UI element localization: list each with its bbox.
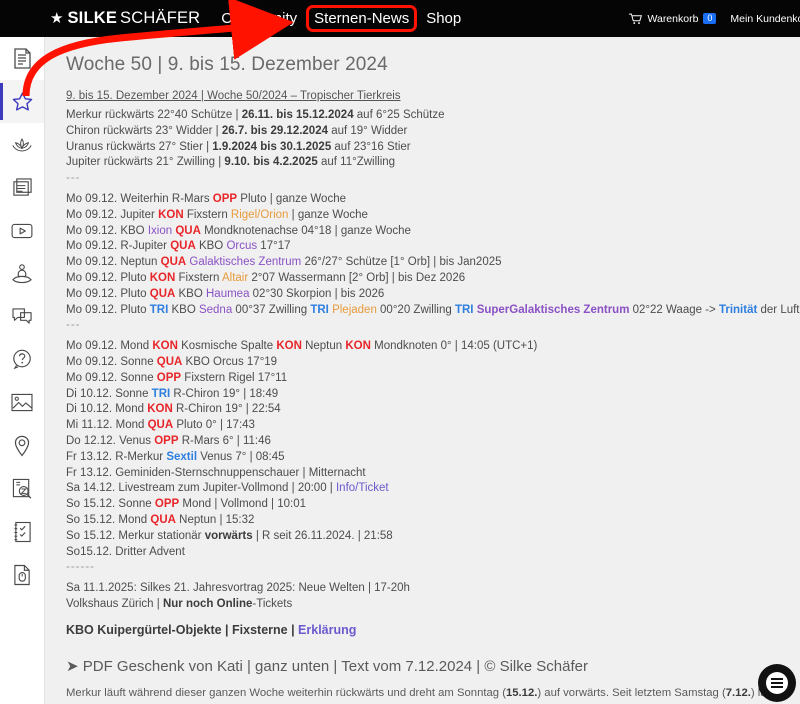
kbo-legend-line[interactable]: KBO Kuipergürtel-Objekte | Fixsterne | E… [66, 623, 800, 637]
chat-icon [11, 307, 33, 326]
aspect-line: Sa 14.12. Livestream zum Jupiter-Vollmon… [66, 482, 389, 495]
cart-label: Warenkorb [647, 12, 699, 25]
sidebar-item-help[interactable] [0, 338, 44, 381]
left-sidebar [0, 37, 45, 704]
aspect-line: Mo 09.12. Pluto KON Fixstern Altair 2°07… [66, 271, 466, 284]
aspect-line: Mo 09.12. Pluto QUA KBO Haumea 02°30 Sko… [66, 287, 385, 300]
aspect-line: Mo 09.12. KBO Ixion QUA Mondknotenachse … [66, 224, 411, 237]
accessibility-menu-button[interactable] [758, 664, 796, 702]
star-icon [11, 91, 34, 113]
aspect-line: Mo 09.12. Neptun QUA Galaktisches Zentru… [66, 256, 502, 269]
separator-1: --- [66, 172, 81, 185]
aspect-line: Mi 11.12. Mond QUA Pluto 0° | 17:43 [66, 419, 255, 432]
aspect-line: So 15.12. Sonne OPP Mond | Vollmond | 10… [66, 498, 306, 511]
document-icon [13, 48, 32, 69]
site-logo[interactable]: ★ SILKE SCHÄFER [50, 9, 200, 28]
shopping-cart-icon [629, 13, 643, 25]
sidebar-item-images[interactable] [0, 381, 44, 424]
video-icon [11, 223, 33, 239]
aspect-line: So 15.12. Mond QUA Neptun | 15:32 [66, 513, 255, 526]
sidebar-item-chat[interactable] [0, 295, 44, 338]
sidebar-item-meditation[interactable] [0, 252, 44, 295]
search-doc-icon [12, 478, 33, 500]
aspect-line: Mo 09.12. Pluto TRI KBO Sedna 00°37 Zwil… [66, 303, 800, 316]
aspect-line: Di 10.12. Sonne TRI R-Chiron 19° | 18:49 [66, 387, 279, 400]
sidebar-item-search-doc[interactable] [0, 467, 44, 510]
separator-3: ------ [66, 561, 95, 574]
app-root: ★ SILKE SCHÄFER Community Sternen-News S… [0, 0, 800, 704]
event-line: Volkshaus Zürich | Nur noch Online-Ticke… [66, 597, 293, 610]
aspect-list-2: Mo 09.12. Mond KON Kosmische Spalte KON … [66, 339, 800, 560]
sidebar-item-video[interactable] [0, 209, 44, 252]
retrograde-line: Uranus rückwärts 27° Stier | 1.9.2024 bi… [66, 140, 411, 153]
retrograde-line: Jupiter rückwärts 21° Zwilling | 9.10. b… [66, 156, 396, 169]
sidebar-item-document[interactable] [0, 37, 44, 80]
aspect-line: Di 10.12. Mond KON R-Chiron 19° | 22:54 [66, 403, 281, 416]
separator-2: --- [66, 319, 81, 332]
lotus-icon [11, 137, 33, 153]
hamburger-icon [766, 672, 788, 694]
sidebar-item-checklist[interactable] [0, 510, 44, 553]
event-line: Sa 11.1.2025: Silkes 21. Jahresvortrag 2… [66, 582, 410, 595]
help-icon [12, 349, 33, 370]
logo-star-icon: ★ [50, 10, 64, 27]
location-icon [13, 435, 31, 457]
aspect-line: Fr 13.12. Geminiden-Sternschnuppenschaue… [66, 466, 366, 479]
page-title: Woche 50 | 9. bis 15. Dezember 2024 [66, 54, 388, 75]
image-icon [11, 393, 33, 412]
main-content: Woche 50 | 9. bis 15. Dezember 2024 9. b… [45, 37, 800, 704]
logo-text-secondary: SCHÄFER [120, 9, 201, 27]
sidebar-item-sternen-news[interactable] [0, 80, 44, 123]
articles-icon [12, 177, 33, 198]
article-body: 9. bis 15. Dezember 2024 | Woche 50/2024… [66, 90, 800, 704]
nav-link-community[interactable]: Community [215, 7, 303, 30]
aspect-line: Mo 09.12. Mond KON Kosmische Spalte KON … [66, 340, 538, 353]
cart-count-badge: 0 [703, 13, 717, 24]
sidebar-item-lotus[interactable] [0, 123, 44, 166]
cart-button[interactable]: Warenkorb 0 [629, 12, 717, 25]
checklist-icon [13, 521, 32, 543]
aspect-list-1: Mo 09.12. Weiterhin R-Mars OPP Pluto | g… [66, 192, 800, 318]
main-nav: Community Sternen-News Shop [215, 5, 467, 32]
top-navigation-bar: ★ SILKE SCHÄFER Community Sternen-News S… [0, 0, 800, 37]
retrograde-line: Chiron rückwärts 23° Widder | 26.7. bis … [66, 124, 408, 137]
aspect-line: So 15.12. Merkur stationär vorwärts | R … [66, 529, 393, 542]
nav-link-shop[interactable]: Shop [420, 7, 467, 30]
sidebar-item-articles[interactable] [0, 166, 44, 209]
logo-text-primary: SILKE [67, 9, 118, 27]
aspect-line: Mo 09.12. Sonne QUA KBO Orcus 17°19 [66, 355, 278, 368]
click-doc-icon [13, 564, 32, 586]
intro-paragraph: Merkur läuft während dieser ganzen Woche… [66, 686, 779, 704]
pdf-gift-heading: ➤ PDF Geschenk von Kati | ganz unten | T… [66, 657, 588, 675]
event-list: Sa 11.1.2025: Silkes 21. Jahresvortrag 2… [66, 581, 800, 613]
sidebar-item-location[interactable] [0, 424, 44, 467]
meditation-icon [11, 263, 33, 284]
aspect-line: So15.12. Dritter Advent [66, 545, 185, 558]
aspect-line: Fr 13.12. R-Merkur Sextil Venus 7° | 08:… [66, 450, 285, 463]
account-link[interactable]: Mein Kundenkonto [730, 13, 800, 25]
aspect-line: Mo 09.12. Jupiter KON Fixstern Rigel/Ori… [66, 208, 368, 221]
aspect-line: Mo 09.12. Sonne OPP Fixstern Rigel 17°11 [66, 371, 288, 384]
article-lede: 9. bis 15. Dezember 2024 | Woche 50/2024… [66, 90, 401, 102]
sidebar-item-click-doc[interactable] [0, 553, 44, 596]
retrograde-line: Merkur rückwärts 22°40 Schütze | 26.11. … [66, 109, 445, 121]
aspect-line: Do 12.12. Venus OPP R-Mars 6° | 11:46 [66, 434, 271, 447]
top-right-actions: Warenkorb 0 Mein Kundenkonto [629, 0, 800, 37]
nav-link-sternen-news[interactable]: Sternen-News [306, 5, 418, 32]
retrograde-list: Merkur rückwärts 22°40 Schütze | 26.11. … [66, 108, 800, 171]
aspect-line: Mo 09.12. R-Jupiter QUA KBO Orcus 17°17 [66, 240, 291, 253]
aspect-line: Mo 09.12. Weiterhin R-Mars OPP Pluto | g… [66, 192, 346, 205]
